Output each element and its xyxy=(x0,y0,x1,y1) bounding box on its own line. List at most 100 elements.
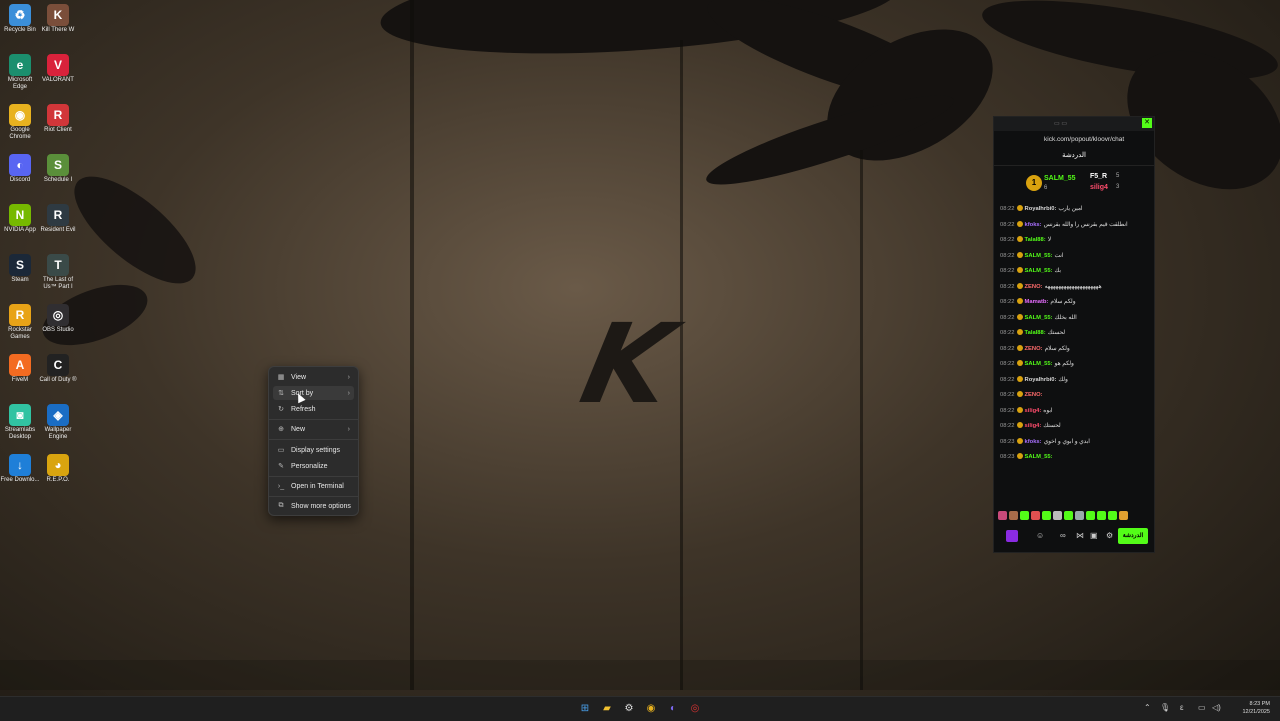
game-icon: R xyxy=(47,204,69,226)
emote-icon[interactable] xyxy=(1042,511,1051,520)
message-username[interactable]: Royalhrbi0: xyxy=(1025,377,1057,383)
menu-item-view[interactable]: ▦ View › xyxy=(273,370,354,384)
message-text: ولك xyxy=(1058,376,1068,383)
chat-titlebar[interactable]: ▭ ▭ ✕ xyxy=(994,117,1154,131)
message-username[interactable]: ZENO: xyxy=(1025,284,1043,290)
send-button[interactable]: الدردشة xyxy=(1118,528,1148,544)
desktop-icon[interactable]: A FiveM xyxy=(0,350,40,384)
settings-icon[interactable]: ⚙ xyxy=(622,702,636,716)
desktop-icon[interactable]: ↓ Free Downlo... xyxy=(0,450,40,484)
top-gifter-name[interactable]: SALM_55 xyxy=(1044,175,1076,182)
emote-icon[interactable] xyxy=(1053,511,1062,520)
message-username[interactable]: Royalhrbi0: xyxy=(1025,206,1057,212)
message-username[interactable]: ZENO: xyxy=(1025,346,1043,352)
network-icon[interactable]: ▭ xyxy=(1198,703,1206,712)
menu-item-open-in-terminal[interactable]: ›_ Open in Terminal xyxy=(273,479,354,493)
desktop-icon[interactable]: T The Last of Us™ Part I xyxy=(38,250,78,291)
avatar[interactable] xyxy=(1006,530,1018,542)
microphone-icon[interactable]: 🎙 xyxy=(1160,703,1170,712)
message-username[interactable]: kfoks: xyxy=(1025,439,1042,445)
menu-item-sort-by[interactable]: ⇅ Sort by › xyxy=(273,386,354,400)
desktop-icon[interactable]: S Schedule I xyxy=(38,150,78,184)
desktop-icon[interactable]: R Resident Evil xyxy=(38,200,78,234)
badge-icon xyxy=(1016,251,1023,258)
valorant-icon: V xyxy=(47,54,69,76)
volume-icon[interactable]: ◁) xyxy=(1212,703,1221,712)
close-icon[interactable]: ✕ xyxy=(1142,118,1152,128)
windows-start-icon[interactable]: ⊞ xyxy=(578,702,592,716)
message-username[interactable]: SALM_55: xyxy=(1025,268,1053,274)
message-username[interactable]: silig4: xyxy=(1025,408,1042,414)
steam-icon: S xyxy=(9,254,31,276)
address-bar[interactable]: kick.com/popout/kloovr/chat xyxy=(994,133,1154,147)
emote-icon[interactable] xyxy=(1119,511,1128,520)
chat-message: 08:22 ZENO: ههههههههههههههههههههه xyxy=(1000,282,1150,295)
emoji-icon[interactable]: ☺ xyxy=(1036,531,1044,540)
desktop-icon[interactable]: e Microsoft Edge xyxy=(0,50,40,91)
message-username[interactable]: SALM_55: xyxy=(1025,253,1053,259)
message-username[interactable]: kfoks: xyxy=(1025,222,1042,228)
discord-icon[interactable]: ◐ xyxy=(666,702,680,716)
gifter-name[interactable]: F5_R xyxy=(1090,173,1107,180)
emote-icon[interactable] xyxy=(1086,511,1095,520)
badge-icon xyxy=(1016,267,1023,273)
desktop-icon[interactable]: N NVIDIA App xyxy=(0,200,40,234)
emote-icon[interactable] xyxy=(1075,511,1084,520)
refresh-icon: ↻ xyxy=(278,406,284,413)
message-username[interactable]: SALM_55: xyxy=(1025,315,1053,321)
message-username[interactable]: silig4: xyxy=(1025,423,1042,429)
gifter-name[interactable]: silig4 xyxy=(1090,184,1108,191)
rockstar-icon: R xyxy=(9,304,31,326)
file-explorer-icon[interactable]: ▰ xyxy=(600,702,614,716)
message-username[interactable]: Mamatb: xyxy=(1025,299,1049,305)
desktop-icon[interactable]: ◎ OBS Studio xyxy=(38,300,78,334)
emote-icon[interactable] xyxy=(1097,511,1106,520)
chrome-icon[interactable]: ◉ xyxy=(644,702,658,716)
desktop-icon[interactable]: ◐ Discord xyxy=(0,150,40,184)
message-username[interactable]: SALM_55: xyxy=(1025,454,1053,460)
desktop-icon[interactable]: ◙ Streamlabs Desktop xyxy=(0,400,40,441)
app-icon[interactable]: ◎ xyxy=(688,702,702,716)
desktop-icon[interactable]: ♻ Recycle Bin xyxy=(0,0,40,34)
menu-item-refresh[interactable]: ↻ Refresh xyxy=(273,402,354,416)
desktop-icon[interactable]: ◉ Google Chrome xyxy=(0,100,40,141)
language-icon[interactable]: ε xyxy=(1180,703,1184,712)
desktop-icon[interactable]: S Steam xyxy=(0,250,40,284)
chat-message: 08:22 silig4: ابوه xyxy=(1000,406,1150,419)
menu-item-label: Show more options xyxy=(291,502,351,510)
share-icon[interactable]: ⋈ xyxy=(1076,531,1084,540)
message-username[interactable]: Talal88: xyxy=(1025,237,1046,243)
desktop-icon[interactable]: ◈ Wallpaper Engine xyxy=(38,400,78,441)
emote-icon[interactable] xyxy=(1064,511,1073,520)
emote-icon[interactable] xyxy=(1031,511,1040,520)
desktop-icon[interactable]: C Call of Duty ® xyxy=(38,350,78,384)
gift-icon[interactable]: ▣ xyxy=(1090,531,1098,540)
emote-icon[interactable] xyxy=(1108,511,1117,520)
desktop-icon[interactable]: R Riot Client xyxy=(38,100,78,134)
message-username[interactable]: ZENO: xyxy=(1025,392,1043,398)
gear-icon[interactable]: ⚙ xyxy=(1106,531,1113,540)
menu-item-show-more-options[interactable]: ⧉ Show more options xyxy=(273,499,354,513)
menu-item-personalize[interactable]: ✎ Personalize xyxy=(273,459,354,473)
message-username[interactable]: SALM_55: xyxy=(1025,361,1053,367)
chat-input-bar[interactable]: ☺ ∞ ⋈ ▣ ⚙ الدردشة xyxy=(998,527,1150,545)
message-username[interactable]: Talal88: xyxy=(1025,330,1046,336)
chevron-up-icon[interactable]: ⌃ xyxy=(1144,703,1151,712)
desktop-icon-label: FiveM xyxy=(11,377,29,383)
emote-icon[interactable] xyxy=(998,511,1007,520)
message-time: 08:22 xyxy=(1000,314,1015,321)
fivem-icon: A xyxy=(9,354,31,376)
link-icon[interactable]: ∞ xyxy=(1060,531,1066,540)
emote-icon[interactable] xyxy=(1009,511,1018,520)
menu-item-display-settings[interactable]: ▭ Display settings xyxy=(273,443,354,457)
chrome-icon: ◉ xyxy=(9,104,31,126)
desktop-icon[interactable]: ◕ R.E.P.O. xyxy=(38,450,78,484)
chat-message: 08:22 Talal88: لحستك xyxy=(1000,329,1150,341)
desktop-icon[interactable]: V VALORANT xyxy=(38,50,78,84)
menu-item-new[interactable]: ⊕ New › xyxy=(273,422,354,436)
emote-icon[interactable] xyxy=(1020,511,1029,520)
clock[interactable]: 8:23 PM 12/21/2025 xyxy=(1242,700,1270,716)
desktop-icon[interactable]: R Rockstar Games xyxy=(0,300,40,341)
desktop-icon[interactable]: K Kill There W xyxy=(38,0,78,34)
chat-message-list[interactable]: 08:22 Royalhrbi0: امين يارب 08:22 kfoks: انطل… xyxy=(1000,205,1150,505)
